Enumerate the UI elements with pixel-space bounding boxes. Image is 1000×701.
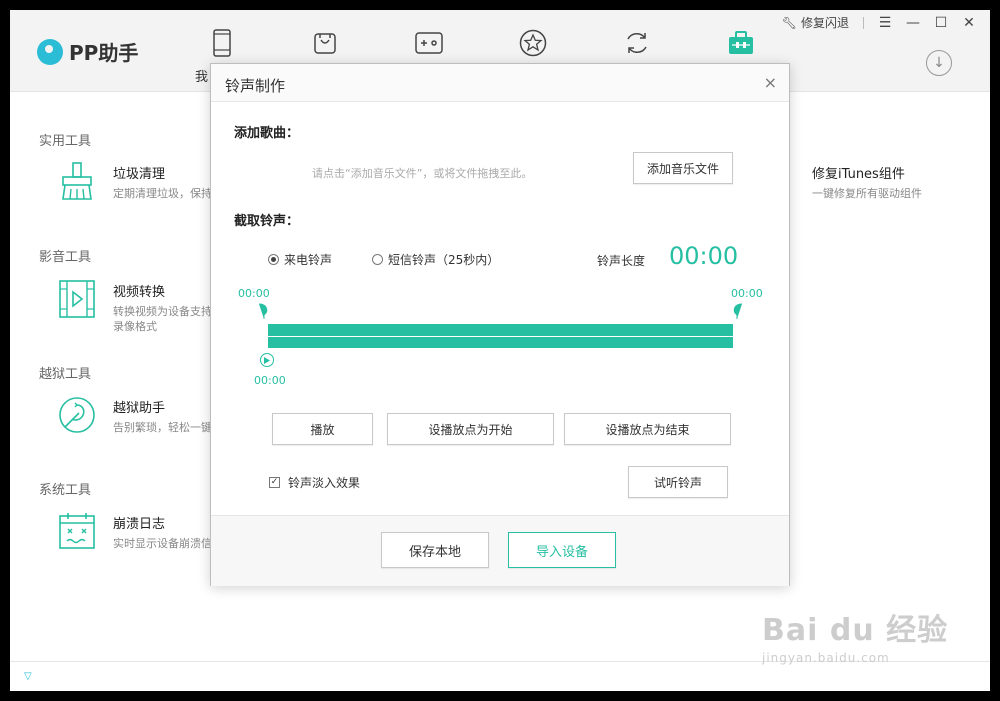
- gamepad-icon[interactable]: [414, 28, 444, 58]
- section-title-system: 系统工具: [39, 483, 92, 498]
- save-local-button[interactable]: 保存本地: [381, 532, 489, 568]
- logo-text: PP助手: [69, 41, 139, 65]
- watermark: Bai du 经验 jingyan.baidu.com: [762, 605, 948, 665]
- tool-name: 修复iTunes组件: [812, 167, 905, 182]
- star-icon[interactable]: [518, 28, 548, 58]
- length-label: 铃声长度: [597, 254, 646, 268]
- dialog-header: 铃声制作 ×: [211, 64, 789, 102]
- tool-desc-2: 录像格式: [113, 320, 157, 333]
- divider: [863, 16, 864, 29]
- close-icon[interactable]: ×: [764, 73, 777, 92]
- add-music-file-button[interactable]: 添加音乐文件: [633, 152, 733, 184]
- tool-name: 视频转换: [113, 285, 166, 300]
- dialog-title: 铃声制作: [225, 77, 286, 95]
- checkbox-checked: ✓: [269, 477, 280, 488]
- end-time: 00:00: [731, 287, 763, 300]
- ringtone-dialog: 铃声制作 × 添加歌曲： 请点击“添加音乐文件”，或将文件拖拽至此。 添加音乐文…: [210, 63, 790, 586]
- drop-hint: 请点击“添加音乐文件”，或将文件拖拽至此。: [312, 167, 533, 180]
- repair-crash-label: 修复闪退: [800, 16, 849, 30]
- section-title-utility: 实用工具: [39, 134, 92, 149]
- jailbreak-icon: [59, 397, 95, 433]
- bag-icon[interactable]: [310, 28, 340, 58]
- playhead-time: 00:00: [254, 374, 286, 387]
- tool-video-convert[interactable]: 视频转换 转换视频为设备支持 录像格式: [57, 279, 212, 334]
- tool-desc: 实时显示设备崩溃信: [113, 537, 212, 550]
- tool-jailbreak-helper[interactable]: 越狱助手 告别繁琐，轻松一键: [57, 395, 212, 435]
- menu-icon[interactable]: ☰: [878, 15, 892, 31]
- maximize-icon[interactable]: ☐: [934, 15, 948, 31]
- tool-name: 垃圾清理: [113, 167, 166, 182]
- radio-sms-label: 短信铃声（25秒内）: [388, 253, 500, 267]
- add-song-label: 添加歌曲：: [234, 126, 300, 141]
- pp-logo-icon: [37, 38, 63, 65]
- calendar-log-icon: [59, 513, 95, 549]
- waveform-center-line: [268, 336, 733, 337]
- tool-desc: 转换视频为设备支持: [113, 305, 212, 318]
- set-start-button[interactable]: 设播放点为开始: [387, 413, 554, 445]
- tool-repair-itunes[interactable]: 修复iTunes组件 一键修复所有驱动组件: [770, 161, 922, 201]
- tool-junk-clean[interactable]: 垃圾清理 定期清理垃圾，保持: [57, 161, 212, 201]
- download-icon[interactable]: ↓: [926, 50, 952, 76]
- end-handle-icon[interactable]: [731, 303, 743, 319]
- start-time: 00:00: [238, 287, 270, 300]
- logo: PP助手: [37, 37, 138, 66]
- watermark-logo: Bai du 经验: [762, 613, 949, 648]
- playhead-icon[interactable]: [260, 353, 274, 367]
- fade-in-checkbox[interactable]: ✓ 铃声淡入效果: [269, 474, 360, 491]
- radio-call-label: 来电铃声: [284, 253, 333, 267]
- radio-dot-checked: [268, 254, 279, 265]
- close-icon[interactable]: ✕: [962, 15, 976, 31]
- wrench-icon: 🔧︎: [781, 15, 797, 30]
- tool-desc: 告别繁琐，轻松一键: [113, 421, 212, 434]
- length-value: 00:00: [669, 242, 739, 270]
- toolbox-icon[interactable]: [726, 28, 756, 58]
- set-end-button[interactable]: 设播放点为结束: [564, 413, 731, 445]
- import-device-button[interactable]: 导入设备: [508, 532, 616, 568]
- radio-sms-ringtone[interactable]: 短信铃声（25秒内）: [372, 251, 499, 268]
- play-button[interactable]: 播放: [272, 413, 373, 445]
- window-controls: 🔧︎ 修复闪退 ☰ — ☐ ✕: [782, 14, 976, 31]
- radio-call-ringtone[interactable]: 来电铃声: [268, 251, 332, 268]
- broom-icon: [62, 162, 92, 200]
- section-title-jailbreak: 越狱工具: [39, 367, 92, 382]
- tool-name: 崩溃日志: [113, 517, 166, 532]
- video-file-icon: [59, 280, 95, 318]
- preview-ringtone-button[interactable]: 试听铃声: [628, 466, 728, 498]
- repair-crash-link[interactable]: 🔧︎ 修复闪退: [782, 14, 849, 31]
- radio-dot: [372, 254, 383, 265]
- collapse-triangle-icon[interactable]: ▽: [24, 671, 32, 682]
- sync-icon[interactable]: [622, 28, 652, 58]
- tool-desc: 定期清理垃圾，保持: [113, 187, 212, 200]
- waveform-track[interactable]: [268, 324, 733, 348]
- dialog-footer: 保存本地 导入设备: [211, 515, 789, 586]
- nav-label-partial[interactable]: 我: [195, 66, 208, 85]
- tool-crash-log[interactable]: 崩溃日志 实时显示设备崩溃信: [57, 511, 212, 551]
- start-handle-icon[interactable]: [258, 303, 270, 319]
- phone-icon[interactable]: [207, 28, 237, 58]
- watermark-url: jingyan.baidu.com: [762, 651, 890, 665]
- tool-desc: 一键修复所有驱动组件: [812, 187, 922, 200]
- cut-ringtone-label: 截取铃声：: [234, 214, 300, 229]
- section-title-media: 影音工具: [39, 250, 92, 265]
- fade-in-label: 铃声淡入效果: [288, 476, 361, 490]
- tool-name: 越狱助手: [113, 401, 166, 416]
- footer-bar: ▽: [10, 661, 990, 691]
- minimize-icon[interactable]: —: [906, 15, 920, 31]
